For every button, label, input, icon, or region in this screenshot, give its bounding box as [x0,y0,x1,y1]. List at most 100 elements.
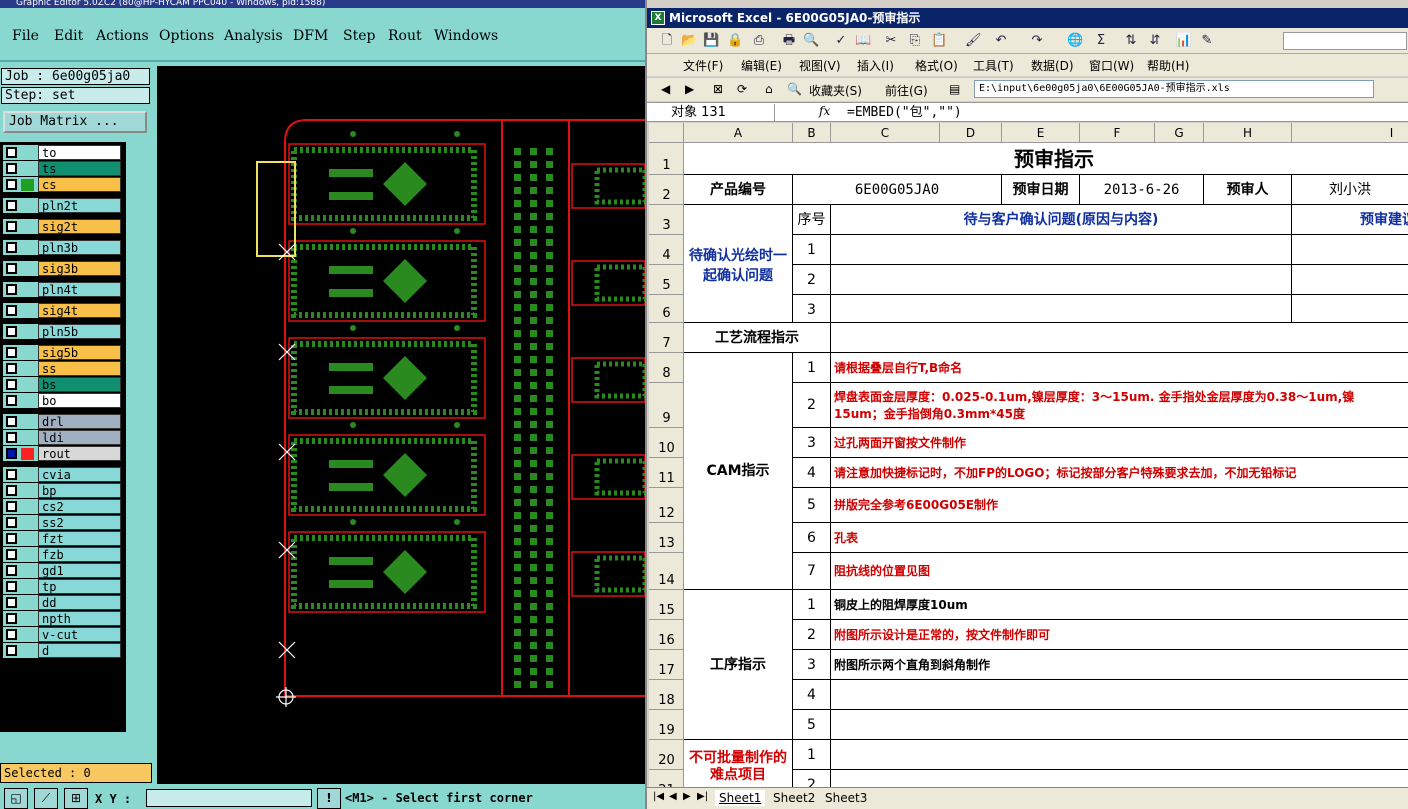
sort-desc-icon[interactable]: ⇵ [1147,33,1163,49]
xl-menu-view[interactable]: 视图(V) [799,57,841,74]
suggest-header[interactable]: 预审建议 [1360,212,1408,228]
row-header[interactable]: 10 [649,428,684,458]
spelling-icon[interactable]: ✓ [833,33,849,49]
layer-checkbox[interactable] [6,432,17,443]
layer-row-sig4t[interactable]: sig4t [3,303,121,318]
op-item-1[interactable]: 铜皮上的阻焊厚度10um [831,590,1408,620]
layer-row-gd1[interactable]: gd1 [3,563,121,578]
layer-color-swatch[interactable] [21,179,34,191]
layer-checkbox[interactable] [6,395,17,406]
layer-checkbox[interactable] [6,163,17,174]
layer-color-swatch[interactable] [21,200,34,212]
op-item-2[interactable]: 附图所示设计是正常的，按文件制作即可 [831,620,1408,650]
xl-menu-edit[interactable]: 编辑(E) [741,57,782,74]
row-header[interactable]: 17 [649,650,684,680]
row-header[interactable]: 6 [649,295,684,323]
favorites-menu[interactable]: 收藏夹(S) [809,82,862,99]
open-icon[interactable]: 📂 [681,33,697,49]
stop-icon[interactable]: ⊠ [713,82,723,96]
cam-seq-6[interactable]: 6 [793,523,831,553]
xl-menu-format[interactable]: 格式(O) [915,57,958,74]
pending-seq-1[interactable]: 1 [793,235,831,265]
format-painter-icon[interactable]: 🖌 [965,33,982,49]
print-icon[interactable]: 🖶 [781,33,797,49]
cam-label[interactable]: CAM指示 [684,353,793,590]
undo-icon[interactable]: ↶ [993,33,1009,49]
tab-sheet1[interactable]: Sheet1 [715,790,766,806]
row-header[interactable]: 18 [649,680,684,710]
print-preview-icon[interactable]: ⎙ [751,33,767,49]
cam-item-1[interactable]: 请根据叠层自行T,B命名 [831,353,1408,383]
layer-row-drl[interactable]: drl [3,414,121,429]
operation-label[interactable]: 工序指示 [684,590,793,740]
menu-analysis[interactable]: Analysis [224,28,283,44]
pcb-canvas[interactable] [157,66,648,784]
measure-icon[interactable]: ⟋ [34,788,58,809]
layer-color-swatch[interactable] [21,263,34,275]
forward-icon[interactable]: ▶ [685,82,694,96]
select-all-corner[interactable] [649,123,684,143]
layer-color-swatch[interactable] [21,416,34,428]
menu-windows[interactable]: Windows [434,28,498,44]
xl-menu-file[interactable]: 文件(F) [683,57,723,74]
sort-asc-icon[interactable]: ⇅ [1123,33,1139,49]
row-header[interactable]: 8 [649,353,684,383]
row-header[interactable]: 5 [649,265,684,295]
back-icon[interactable]: ◀ [661,82,670,96]
cam-item-5[interactable]: 拼版完全参考6E00G05E制作 [831,488,1408,523]
alert-icon[interactable]: ! [317,788,341,809]
redo-icon[interactable]: ↷ [1029,33,1045,49]
row-header[interactable]: 14 [649,553,684,590]
hard-items-label[interactable]: 不可批量制作的难点项目 [684,740,793,787]
layer-color-swatch[interactable] [21,469,34,481]
xl-menu-data[interactable]: 数据(D) [1031,57,1074,74]
layer-checkbox[interactable] [6,501,17,512]
autosum-icon[interactable]: Σ [1093,33,1109,49]
worksheet-grid[interactable]: A B C D E F G H I 1 2 3 4 5 6 7 8 9 10 11 12 13 14 15 1… [649,123,1408,787]
layer-color-swatch[interactable] [21,242,34,254]
row-header[interactable]: 1 [649,143,684,175]
col-header-i[interactable]: I [1292,123,1408,143]
layer-row-ts[interactable]: ts [3,161,121,176]
seq-header[interactable]: 序号 [793,205,831,235]
process-label[interactable]: 工艺流程指示 [684,323,831,353]
tab-nav-first-icon[interactable]: |◀ [653,791,664,802]
layer-row-sig3b[interactable]: sig3b [3,261,121,276]
refresh-icon[interactable]: ⟳ [737,82,747,96]
pending-seq-2[interactable]: 2 [793,265,831,295]
layer-checkbox[interactable] [6,242,17,253]
layer-color-swatch[interactable] [21,581,34,593]
layer-row-tp[interactable]: tp [3,579,121,594]
layer-checkbox[interactable] [6,416,17,427]
layer-row-bp[interactable]: bp [3,483,121,498]
layer-color-swatch[interactable] [21,379,34,391]
op-item-4[interactable] [831,680,1408,710]
layer-color-swatch[interactable] [21,284,34,296]
row-header[interactable]: 19 [649,710,684,740]
row-header[interactable]: 13 [649,523,684,553]
layer-color-swatch[interactable] [21,517,34,529]
preview-icon[interactable]: 🔍 [803,33,819,49]
layer-row-bs[interactable]: bs [3,377,121,392]
font-size-box[interactable] [1283,32,1407,50]
cam-item-7[interactable]: 阻抗线的位置见图 [831,553,1408,590]
copy-icon[interactable]: ⎘ [907,33,923,49]
layer-row-cs2[interactable]: cs2 [3,499,121,514]
layer-checkbox[interactable] [6,597,17,608]
cam-seq-5[interactable]: 5 [793,488,831,523]
cam-seq-7[interactable]: 7 [793,553,831,590]
row-header[interactable]: 7 [649,323,684,353]
layer-color-swatch[interactable] [21,485,34,497]
layer-row-sig5b[interactable]: sig5b [3,345,121,360]
grid-icon[interactable]: ⊞ [64,788,88,809]
layer-checkbox[interactable] [6,379,17,390]
layer-checkbox[interactable] [6,326,17,337]
layer-color-swatch[interactable] [21,597,34,609]
product-number[interactable]: 6E00G05JA0 [793,175,1002,205]
row-header[interactable]: 11 [649,458,684,488]
layer-row-pln4t[interactable]: pln4t [3,282,121,297]
research-icon[interactable]: 📖 [855,33,871,49]
layer-row-v-cut[interactable]: v-cut [3,627,121,642]
sheet-title[interactable]: 预审指示 [684,143,1408,175]
pending-seq-3[interactable]: 3 [793,295,831,323]
